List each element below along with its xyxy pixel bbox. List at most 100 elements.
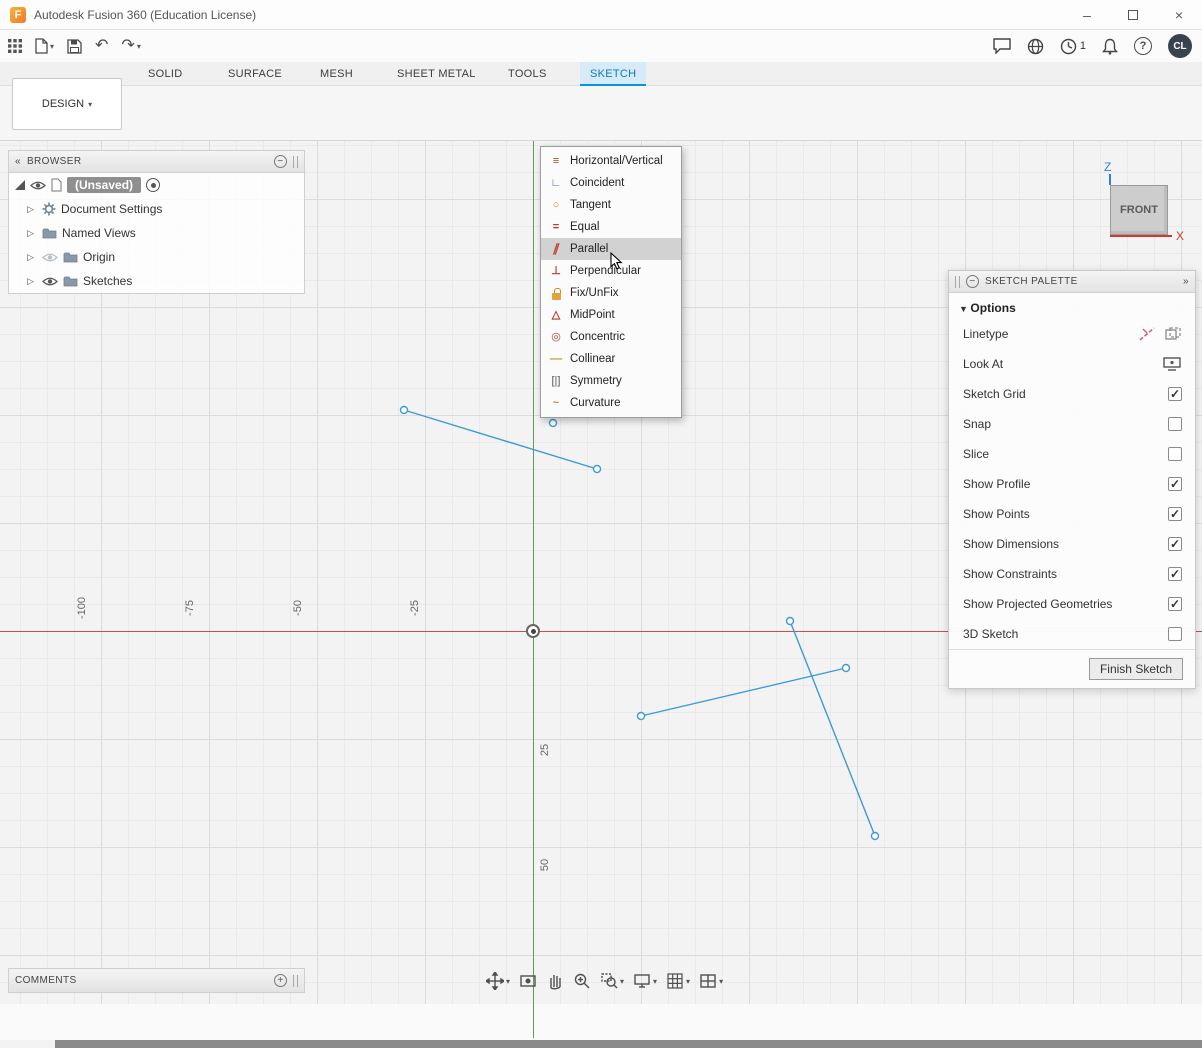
slice-checkbox[interactable] (1168, 447, 1182, 461)
profile-avatar[interactable]: CL (1168, 34, 1192, 58)
menu-item-fix-unfix[interactable]: Fix/UnFix (541, 282, 681, 304)
collapse-right-icon[interactable]: » (1183, 276, 1189, 287)
equal-icon: = (549, 222, 563, 233)
tab-sketch[interactable]: SKETCH (580, 62, 646, 86)
visibility-eye-icon[interactable] (30, 180, 46, 191)
palette-row-show-constraints: Show Constraints (949, 559, 1195, 589)
maximize-button[interactable] (1110, 0, 1156, 30)
menu-item-concentric[interactable]: ◎Concentric (541, 326, 681, 348)
curvature-icon: ~ (549, 398, 563, 409)
menu-item-tangent[interactable]: ○Tangent (541, 194, 681, 216)
job-status-button[interactable]: 1 (1060, 38, 1086, 55)
show-profile-checkbox[interactable] (1168, 477, 1182, 491)
file-menu-button[interactable]: ▾ (35, 38, 54, 54)
notifications-bell-icon[interactable] (1102, 38, 1118, 55)
viewports-button[interactable]: ▾ (696, 970, 726, 992)
undo-button[interactable]: ↶ (95, 38, 108, 54)
x-axis-tick: -100 (76, 597, 88, 619)
perpendicular-icon: ⊥ (549, 266, 563, 277)
activate-component-icon[interactable] (146, 178, 160, 192)
palette-row-show-projected-geometries: Show Projected Geometries (949, 589, 1195, 619)
collapse-left-icon[interactable]: « (15, 156, 21, 167)
browser-header[interactable]: « BROWSER (9, 151, 304, 173)
menu-item-collinear[interactable]: ‒‒Collinear (541, 348, 681, 370)
palette-row-show-profile: Show Profile (949, 469, 1195, 499)
browser-item-document-settings[interactable]: Document Settings (9, 197, 304, 221)
tab-mesh[interactable]: MESH (310, 62, 363, 86)
menu-item-symmetry[interactable]: [|]Symmetry (541, 370, 681, 392)
title-bar: F Autodesk Fusion 360 (Education License… (0, 0, 1202, 30)
browser-grip-icon[interactable] (293, 156, 298, 168)
viewcube-x-axis-line (1110, 235, 1172, 237)
show-projected-geometries-checkbox[interactable] (1168, 597, 1182, 611)
zoom-button[interactable] (570, 970, 594, 992)
3d-sketch-checkbox[interactable] (1168, 627, 1182, 641)
palette-minimize-icon[interactable] (966, 275, 979, 288)
options-section-header[interactable]: Options (949, 293, 1195, 319)
construction-linetype-icon[interactable] (1138, 326, 1156, 342)
folder-icon (63, 275, 78, 287)
look-at-button[interactable] (516, 970, 540, 992)
tangent-icon: ○ (549, 200, 563, 211)
snap-checkbox[interactable] (1168, 417, 1182, 431)
centerline-linetype-icon[interactable] (1164, 326, 1182, 342)
browser-item-unsaved[interactable]: (Unsaved) (9, 173, 304, 197)
browser-item-origin[interactable]: Origin (9, 245, 304, 269)
browser-minimize-icon[interactable] (274, 155, 287, 168)
comments-grip-icon[interactable] (293, 975, 298, 987)
menu-item-midpoint[interactable]: △MidPoint (541, 304, 681, 326)
show-dimensions-checkbox[interactable] (1168, 537, 1182, 551)
minimize-button[interactable]: – (1064, 0, 1110, 30)
origin-point[interactable] (526, 624, 540, 638)
tab-sheet-metal[interactable]: SHEET METAL (387, 62, 486, 86)
coincident-icon: ∟ (549, 178, 563, 189)
palette-row-slice: Slice (949, 439, 1195, 469)
menu-item-horizontal-vertical[interactable]: ≡Horizontal/Vertical (541, 150, 681, 172)
palette-row-show-points: Show Points (949, 499, 1195, 529)
comment-icon[interactable] (993, 38, 1011, 54)
palette-grip-icon[interactable] (955, 276, 960, 288)
display-settings-button[interactable]: ▾ (630, 970, 660, 992)
browser-item-sketches[interactable]: Sketches (9, 269, 304, 293)
expand-arrow-icon[interactable] (27, 228, 37, 239)
workspace-selector[interactable]: DESIGN (12, 78, 122, 130)
ribbon-toolbar: CREATE MODIFY (0, 86, 1202, 141)
comments-expand-icon[interactable] (274, 974, 287, 987)
zoom-window-button[interactable]: ▾ (597, 970, 627, 992)
tab-solid[interactable]: SOLID (138, 62, 193, 86)
pan-button[interactable]: ▾ (483, 970, 513, 992)
gear-icon (42, 202, 56, 216)
pan-hand-button[interactable] (543, 970, 567, 992)
tab-tools[interactable]: TOOLS (498, 62, 557, 86)
root-component-label[interactable]: (Unsaved) (67, 177, 141, 193)
menu-item-coincident[interactable]: ∟Coincident (541, 172, 681, 194)
extensions-globe-icon[interactable] (1027, 38, 1044, 55)
y-axis-line (533, 141, 534, 1004)
browser-item-named-views[interactable]: Named Views (9, 221, 304, 245)
redo-button[interactable]: ↷▾ (121, 38, 140, 54)
app-grid-icon[interactable] (8, 39, 22, 53)
sketch-palette-header[interactable]: SKETCH PALETTE » (949, 271, 1195, 293)
expand-arrow-icon[interactable] (27, 252, 37, 263)
visibility-eye-icon[interactable] (42, 252, 58, 263)
close-button[interactable]: × (1156, 0, 1202, 30)
show-points-checkbox[interactable] (1168, 507, 1182, 521)
help-button[interactable]: ? (1134, 37, 1152, 55)
finish-sketch-button[interactable]: Finish Sketch (1089, 658, 1183, 680)
menu-item-equal[interactable]: =Equal (541, 216, 681, 238)
viewcube[interactable]: FRONT (1110, 185, 1168, 235)
sketch-grid-checkbox[interactable] (1168, 387, 1182, 401)
viewcube-z-axis-line (1109, 174, 1111, 185)
grid-settings-button[interactable]: ▾ (663, 970, 693, 992)
visibility-eye-icon[interactable] (42, 276, 58, 287)
expand-arrow-icon[interactable] (27, 276, 37, 287)
look-at-icon[interactable] (1162, 356, 1182, 372)
ribbon-tab-bar: SOLID SURFACE MESH SHEET METAL TOOLS SKE… (0, 62, 1202, 86)
tab-surface[interactable]: SURFACE (218, 62, 292, 86)
y-axis-tick: 25 (539, 744, 551, 756)
expand-arrow-icon[interactable] (27, 204, 37, 215)
show-constraints-checkbox[interactable] (1168, 567, 1182, 581)
menu-item-curvature[interactable]: ~Curvature (541, 392, 681, 414)
save-button[interactable] (67, 39, 82, 54)
lock-icon (549, 286, 563, 300)
